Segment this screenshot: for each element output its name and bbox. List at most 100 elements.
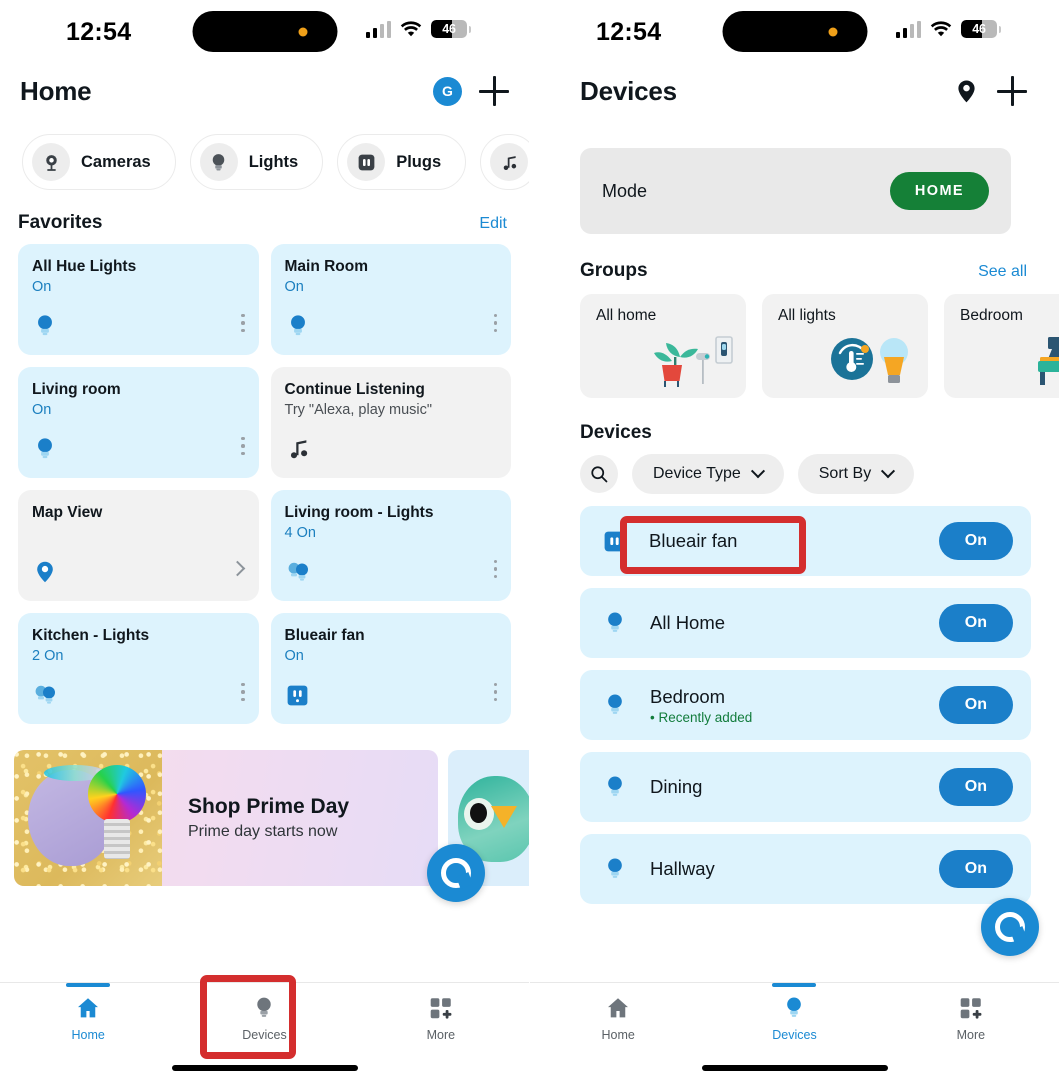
promo-banner-prime-day[interactable]: Shop Prime Day Prime day starts now: [14, 750, 438, 886]
card-title: Living room: [32, 381, 121, 398]
device-row-blueair-fan[interactable]: Blueair fan On: [580, 506, 1031, 576]
device-row-hallway[interactable]: Hallway On: [580, 834, 1031, 904]
card-status: On: [32, 279, 52, 296]
nav-item-more[interactable]: More: [883, 995, 1059, 1042]
devices-section-header: Devices: [530, 398, 1059, 454]
home-screen: 12:54 46 Home G Cameras Lights Plugs Fav…: [0, 0, 529, 1080]
edit-favorites-link[interactable]: Edit: [479, 215, 507, 233]
nav-label: More: [426, 1028, 456, 1042]
status-bar: 12:54 46: [530, 0, 1059, 62]
favorite-card-kitchen-lights[interactable]: Kitchen - Lights 2 On: [18, 613, 259, 724]
device-toggle[interactable]: On: [938, 522, 1013, 560]
mode-card[interactable]: Mode HOME: [580, 148, 1011, 234]
lightbulb-icon: [608, 858, 622, 878]
device-name: All Home: [650, 612, 726, 633]
category-chip-row[interactable]: Cameras Lights Plugs: [0, 120, 529, 190]
nav-label: Home: [71, 1028, 105, 1042]
chip-label: Cameras: [81, 152, 151, 171]
lightbulb-icon: [608, 776, 622, 796]
group-title: All home: [596, 307, 657, 324]
devices-screen: 12:54 46 Devices Mode HOME Groups See al…: [529, 0, 1059, 1080]
device-row-dining[interactable]: Dining On: [580, 752, 1031, 822]
card-more-options-icon[interactable]: [493, 682, 497, 701]
map-pin-icon[interactable]: [953, 78, 980, 105]
filter-sort-by[interactable]: Sort By: [797, 454, 915, 494]
camera-indicator-icon: [298, 27, 307, 36]
chip-plugs[interactable]: Plugs: [337, 134, 467, 190]
nav-item-home[interactable]: Home: [0, 983, 176, 1042]
groups-row[interactable]: All home All lights Bedroom: [530, 294, 1059, 398]
alexa-icon: [995, 912, 1025, 942]
alexa-button[interactable]: [427, 844, 485, 902]
chip-label: Plugs: [396, 152, 442, 171]
card-status: On: [284, 648, 304, 665]
lightbulb-icon: [787, 997, 802, 1017]
chip-music[interactable]: [480, 134, 529, 190]
promo-banner-row[interactable]: Shop Prime Day Prime day starts now: [0, 750, 529, 902]
multi-lightbulb-icon: [285, 559, 315, 590]
thermostat-bulb-illustration: [828, 327, 918, 392]
card-more-options-icon[interactable]: [241, 313, 245, 332]
group-card-all-lights[interactable]: All lights: [762, 294, 928, 398]
alexa-button[interactable]: [981, 898, 1039, 956]
nav-item-devices[interactable]: Devices: [176, 995, 352, 1042]
search-icon[interactable]: [580, 455, 618, 493]
device-row-all-home[interactable]: All Home On: [580, 588, 1031, 658]
page-title: Devices: [580, 75, 677, 106]
outlet-icon: [285, 683, 310, 713]
nav-item-devices[interactable]: Devices: [706, 983, 882, 1042]
device-name-text: Bedroom: [650, 685, 726, 707]
plant-switch-illustration: [650, 327, 736, 392]
plus-icon[interactable]: [997, 76, 1027, 106]
favorite-card-continue-listening[interactable]: Continue Listening Try "Alexa, play musi…: [270, 367, 511, 478]
device-toggle[interactable]: On: [938, 768, 1013, 806]
favorite-card-blueair-fan[interactable]: Blueair fan On: [270, 613, 511, 724]
favorite-card-map-view[interactable]: Map View: [18, 490, 259, 601]
nav-label: Devices: [772, 1028, 817, 1042]
bottom-navigation[interactable]: Home Devices More: [0, 982, 529, 1080]
device-toggle[interactable]: On: [938, 604, 1013, 642]
plus-icon[interactable]: [479, 76, 509, 106]
bottom-navigation[interactable]: Home Devices More: [530, 982, 1059, 1080]
favorite-card-living-room[interactable]: Living room On: [18, 367, 259, 478]
nav-item-more[interactable]: More: [353, 995, 529, 1042]
card-more-options-icon[interactable]: [493, 559, 497, 578]
promo-artwork: [14, 750, 162, 886]
see-all-groups-link[interactable]: See all: [978, 263, 1027, 281]
group-card-bedroom[interactable]: Bedroom: [944, 294, 1059, 398]
home-icon: [78, 998, 99, 1018]
nav-item-home[interactable]: Home: [530, 995, 706, 1042]
mode-value-pill[interactable]: HOME: [889, 172, 989, 210]
chip-cameras[interactable]: Cameras: [22, 134, 176, 190]
groups-title: Groups: [580, 260, 648, 281]
filter-device-type[interactable]: Device Type: [632, 454, 784, 494]
chip-lights[interactable]: Lights: [189, 134, 324, 190]
card-more-options-icon[interactable]: [493, 313, 497, 332]
battery-percent: 46: [972, 22, 986, 36]
chevron-down-icon: [881, 464, 896, 479]
avatar[interactable]: G: [433, 76, 462, 106]
card-more-options-icon[interactable]: [241, 682, 245, 701]
favorite-card-main-room[interactable]: Main Room On: [270, 244, 511, 355]
home-indicator: [701, 1065, 888, 1071]
group-card-all-home[interactable]: All home: [580, 294, 746, 398]
card-more-options-icon[interactable]: [241, 436, 245, 455]
battery-icon: 46: [961, 20, 997, 38]
favorite-card-all-hue-lights[interactable]: All Hue Lights On: [18, 244, 259, 355]
device-row-bedroom[interactable]: Bedroom • Recently added On: [580, 670, 1031, 740]
favorite-card-living-room-lights[interactable]: Living room - Lights 4 On: [270, 490, 511, 601]
device-name: Bedroom • Recently added: [650, 686, 752, 725]
music-note-icon: [285, 435, 312, 467]
device-filter-row[interactable]: Device Type Sort By: [530, 454, 1059, 494]
lightbulb-icon: [285, 313, 311, 344]
dynamic-island: [722, 11, 867, 52]
favorites-title: Favorites: [18, 212, 103, 233]
device-toggle[interactable]: On: [938, 686, 1013, 724]
device-toggle[interactable]: On: [938, 850, 1013, 888]
cellular-signal-icon: [895, 21, 921, 38]
camera-icon: [32, 143, 70, 181]
nav-label: Devices: [242, 1028, 287, 1042]
chevron-right-icon[interactable]: [229, 560, 245, 577]
lightbulb-icon: [199, 143, 238, 181]
battery-percent: 46: [442, 22, 456, 36]
